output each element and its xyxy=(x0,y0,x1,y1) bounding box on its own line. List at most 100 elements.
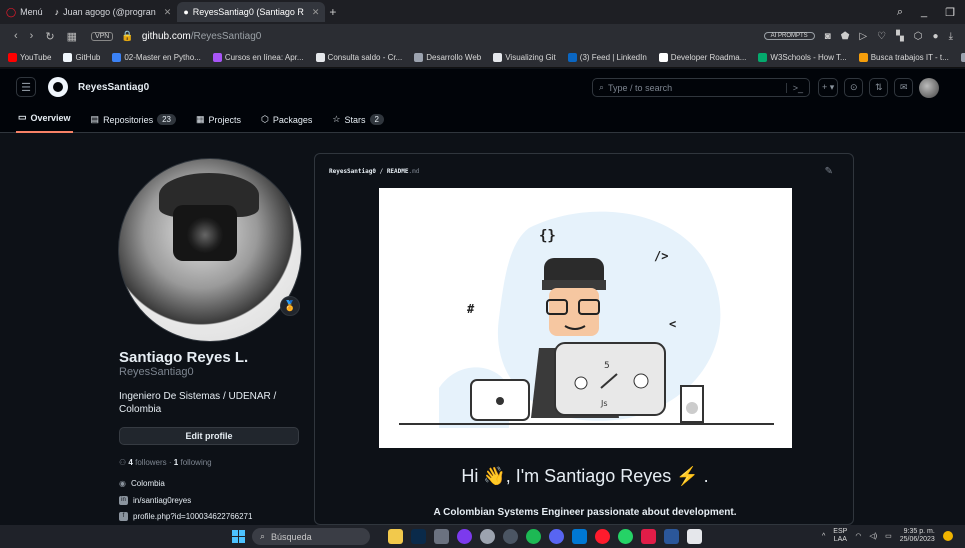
edit-profile-button[interactable]: Edit profile xyxy=(119,427,299,445)
avatar-photo xyxy=(118,158,302,342)
lock-icon: 🔒 xyxy=(121,30,134,42)
extension-icon[interactable]: ▚ xyxy=(896,31,904,42)
volume-icon[interactable]: ◁) xyxy=(869,532,877,540)
linkedin-link[interactable]: in/santiag0reyes xyxy=(133,496,191,505)
tab-menu[interactable]: ◯ Menú xyxy=(0,2,49,22)
tab-overview[interactable]: ▭ Overview xyxy=(16,112,73,133)
box-icon[interactable]: ⬡ xyxy=(914,31,923,42)
bookmark-item[interactable]: Visualizing Git xyxy=(493,53,556,62)
chrome-icon[interactable] xyxy=(503,529,518,544)
url-field[interactable]: github.com/ReyesSantiag0 xyxy=(142,31,262,42)
clock[interactable]: 9:35 p. m. 25/06/2023 xyxy=(900,528,935,544)
camera-icon[interactable]: ◙ xyxy=(825,31,831,42)
bookmark-item[interactable]: W3Schools - How T... xyxy=(758,53,847,62)
tab-projects[interactable]: ▦ Projects xyxy=(194,114,243,133)
opera-icon[interactable] xyxy=(595,529,610,544)
tab-tiktok[interactable]: ♪ Juan agogo (@progran ✕ xyxy=(49,2,178,22)
discord-icon[interactable] xyxy=(549,529,564,544)
readme-file[interactable]: README xyxy=(387,168,409,175)
pull-requests-icon[interactable]: ⇅ xyxy=(869,78,889,97)
readme-greeting: Hi 👋, I'm Santiago Reyes ⚡ . xyxy=(461,466,709,486)
bookmark-item[interactable]: YouTube xyxy=(8,53,51,62)
achievement-badge-icon[interactable]: 🏅 xyxy=(280,296,300,316)
profile-avatar[interactable] xyxy=(118,158,302,342)
photoshop-icon[interactable] xyxy=(411,529,426,544)
spotify-icon[interactable] xyxy=(526,529,541,544)
wifi-icon[interactable]: ◠ xyxy=(855,532,861,540)
create-new-button[interactable]: + ▾ xyxy=(818,78,839,97)
svg-text:/>: /> xyxy=(654,249,668,263)
lang-bottom: LAA xyxy=(833,536,847,543)
back-icon[interactable]: ‹ xyxy=(14,30,18,43)
linkedin-item[interactable]: in in/santiag0reyes xyxy=(119,496,191,505)
edit-pencil-icon[interactable]: ✎ xyxy=(825,166,833,177)
file-explorer-icon[interactable] xyxy=(388,529,403,544)
bookmark-label: GitHub xyxy=(75,53,101,62)
close-icon[interactable]: ✕ xyxy=(312,7,320,18)
download-icon[interactable]: ⤓ xyxy=(949,31,953,42)
new-tab-button[interactable]: + xyxy=(329,5,336,19)
bookmark-item[interactable]: Trabajo xyxy=(960,53,965,62)
close-icon[interactable]: ✕ xyxy=(164,7,172,18)
bookmark-item[interactable]: GitHub xyxy=(63,53,100,62)
restore-button[interactable]: ❐ xyxy=(945,6,955,19)
tab-label: Repositories xyxy=(103,114,154,125)
whatsapp-icon[interactable] xyxy=(618,529,633,544)
windows-start-icon[interactable] xyxy=(232,530,245,543)
notepad-icon[interactable] xyxy=(687,529,702,544)
chevron-up-icon[interactable]: ^ xyxy=(822,533,825,540)
readme-path: ReyesSantiag0 / README.md xyxy=(329,168,420,175)
bookmark-item[interactable]: Busca trabajos IT - t... xyxy=(858,53,949,62)
ai-prompts-button[interactable]: AI PROMPTS xyxy=(763,32,815,40)
vpn-badge[interactable]: VPN xyxy=(90,31,114,41)
followers-label[interactable]: followers xyxy=(135,458,167,467)
github-desktop-icon[interactable] xyxy=(457,529,472,544)
bookmark-item[interactable]: Cursos en línea: Apr... xyxy=(212,53,304,62)
word-icon[interactable] xyxy=(664,529,679,544)
profile-icon[interactable]: ● xyxy=(933,31,939,42)
bookmark-item[interactable]: (3) Feed | LinkedIn xyxy=(567,53,647,62)
tab-packages[interactable]: ⬡ Packages xyxy=(259,114,314,133)
acrobat-icon[interactable] xyxy=(641,529,656,544)
header-username[interactable]: ReyesSantiag0 xyxy=(78,82,149,93)
followers-count[interactable]: 4 xyxy=(128,458,132,467)
window-controls: ⌕ _ ❐ xyxy=(897,6,965,19)
package-icon: ⬡ xyxy=(261,114,269,124)
inbox-icon[interactable]: ✉ xyxy=(894,78,914,97)
command-palette-icon[interactable]: >_ xyxy=(785,82,809,93)
notification-icon[interactable] xyxy=(942,531,953,541)
search-icon[interactable]: ⌕ xyxy=(897,6,903,19)
github-logo-icon[interactable] xyxy=(48,77,68,97)
forward-icon[interactable]: › xyxy=(30,30,34,43)
avatar[interactable] xyxy=(919,78,940,98)
bookmark-item[interactable]: Consulta saldo - Cr... xyxy=(315,53,402,62)
vscode-icon[interactable] xyxy=(572,529,587,544)
tab-repositories[interactable]: ▤ Repositories 23 xyxy=(89,114,178,133)
tab-stars[interactable]: ☆ Stars 2 xyxy=(330,114,386,133)
following-label[interactable]: following xyxy=(180,458,211,467)
minimize-button[interactable]: _ xyxy=(921,6,927,19)
bookmark-item[interactable]: Desarrollo Web xyxy=(414,53,481,62)
language-indicator[interactable]: ESP LAA xyxy=(833,528,847,544)
heart-icon[interactable]: ♡ xyxy=(877,31,886,42)
facebook-item[interactable]: f profile.php?id=100034622766271 xyxy=(119,512,252,521)
speed-dial-icon[interactable]: ▦ xyxy=(67,30,77,43)
bookmark-item[interactable]: 02-Master en Pytho... xyxy=(112,53,201,62)
facebook-link[interactable]: profile.php?id=100034622766271 xyxy=(133,512,252,521)
readme-panel: ReyesSantiag0 / README.md ✎ {} /> # < 5 … xyxy=(314,153,854,525)
issues-icon[interactable]: ⊙ xyxy=(844,78,864,97)
following-count[interactable]: 1 xyxy=(174,458,178,467)
shield-icon[interactable]: ⬟ xyxy=(841,31,850,42)
store-icon[interactable] xyxy=(434,529,449,544)
location-item: ◉ Colombia xyxy=(119,479,165,488)
readme-owner[interactable]: ReyesSantiag0 xyxy=(329,168,376,175)
play-icon[interactable]: ▷ xyxy=(859,31,867,42)
battery-icon[interactable]: ▭ xyxy=(885,532,892,540)
reload-icon[interactable]: ↻ xyxy=(45,30,54,43)
search-input[interactable]: ⌕ Type / to search >_ xyxy=(592,78,810,97)
menu-icon[interactable]: ☰ xyxy=(16,77,36,97)
settings-gear-icon[interactable] xyxy=(480,529,495,544)
taskbar-search-input[interactable]: ⌕ Búsqueda xyxy=(252,528,370,545)
bookmark-item[interactable]: Developer Roadma... xyxy=(658,53,746,62)
tab-github-profile[interactable]: ● ReyesSantiag0 (Santiago R ✕ xyxy=(177,2,326,22)
